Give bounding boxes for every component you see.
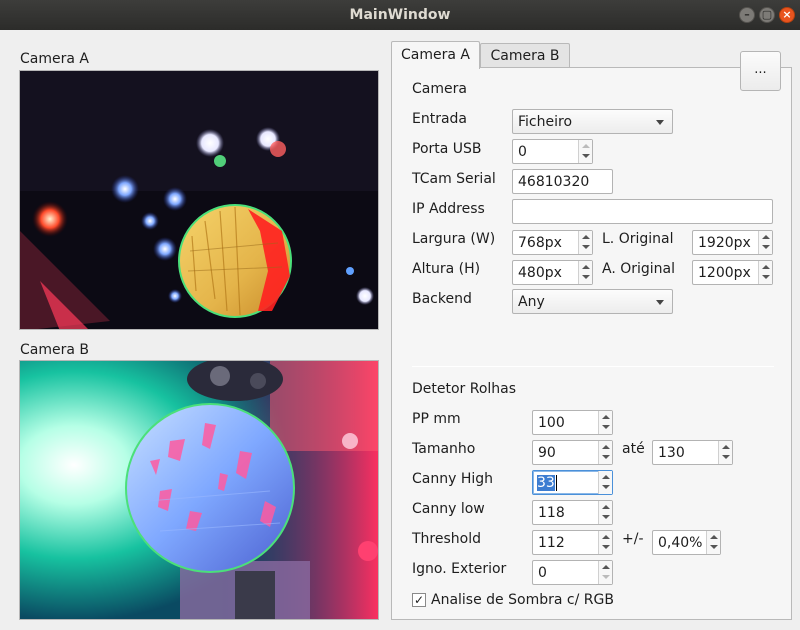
tab-camera-a[interactable]: Camera A bbox=[391, 41, 480, 69]
canny-high-value: 33 bbox=[537, 475, 555, 491]
tab-camera-b[interactable]: Camera B bbox=[480, 43, 570, 68]
entrada-value: Ficheiro bbox=[518, 114, 573, 130]
canny-low-spinbox[interactable]: 118 bbox=[532, 500, 613, 525]
text-cursor bbox=[555, 475, 557, 491]
camera-a-label: Camera A bbox=[20, 51, 89, 67]
camera-b-view bbox=[19, 360, 379, 620]
porta-usb-spinbox[interactable]: 0 bbox=[512, 139, 593, 164]
camera-b-label: Camera B bbox=[20, 342, 89, 358]
altura-spinbox[interactable]: 480px bbox=[512, 260, 593, 285]
spin-down-icon[interactable] bbox=[582, 275, 590, 279]
backend-combobox[interactable]: Any bbox=[512, 289, 673, 314]
a-original-value: 1200px bbox=[698, 265, 751, 281]
section-divider bbox=[412, 366, 774, 367]
largura-label: Largura (W) bbox=[412, 231, 496, 247]
entrada-label: Entrada bbox=[412, 111, 468, 127]
threshold-spinbox[interactable]: 112 bbox=[532, 530, 613, 555]
spin-up-icon[interactable] bbox=[602, 475, 610, 479]
ip-address-label: IP Address bbox=[412, 201, 485, 217]
altura-value: 480px bbox=[518, 265, 562, 281]
title-bar: MainWindow – ▢ × bbox=[0, 0, 800, 30]
shadow-analysis-checkbox[interactable]: ✓ bbox=[412, 593, 426, 607]
porta-usb-value: 0 bbox=[518, 144, 527, 160]
pp-mm-value: 100 bbox=[538, 415, 565, 431]
canny-low-value: 118 bbox=[538, 505, 565, 521]
spin-up-icon[interactable] bbox=[762, 265, 770, 269]
spin-up-icon[interactable] bbox=[582, 144, 590, 148]
chevron-down-icon bbox=[656, 120, 664, 125]
tcam-serial-input[interactable]: 46810320 bbox=[512, 169, 613, 194]
igno-exterior-value: 0 bbox=[538, 565, 547, 581]
tcam-serial-label: TCam Serial bbox=[412, 171, 496, 187]
tamanho-max-spinbox[interactable]: 130 bbox=[652, 440, 733, 465]
spin-up-icon[interactable] bbox=[762, 235, 770, 239]
ip-address-input[interactable] bbox=[512, 199, 773, 224]
spin-down-icon[interactable] bbox=[722, 455, 730, 459]
window-title: MainWindow bbox=[349, 7, 451, 23]
spin-up-icon[interactable] bbox=[602, 445, 610, 449]
spin-down-icon[interactable] bbox=[710, 545, 718, 549]
pp-mm-spinbox[interactable]: 100 bbox=[532, 410, 613, 435]
entrada-combobox[interactable]: Ficheiro bbox=[512, 109, 673, 134]
spin-up-icon[interactable] bbox=[602, 535, 610, 539]
igno-exterior-label: Igno. Exterior bbox=[412, 561, 507, 577]
spin-down-icon[interactable] bbox=[582, 245, 590, 249]
close-icon[interactable]: × bbox=[779, 7, 795, 23]
detetor-section-title: Detetor Rolhas bbox=[412, 381, 517, 397]
checkmark-icon: ✓ bbox=[413, 593, 425, 607]
spin-up-icon[interactable] bbox=[722, 445, 730, 449]
spin-up-icon[interactable] bbox=[602, 505, 610, 509]
igno-exterior-spinbox[interactable]: 0 bbox=[532, 560, 613, 585]
largura-spinbox[interactable]: 768px bbox=[512, 230, 593, 255]
shadow-analysis-label[interactable]: Analise de Sombra c/ RGB bbox=[431, 592, 614, 608]
canny-low-label: Canny low bbox=[412, 501, 485, 517]
backend-label: Backend bbox=[412, 291, 472, 307]
spin-up-icon[interactable] bbox=[602, 415, 610, 419]
tamanho-min-value: 90 bbox=[538, 445, 556, 461]
ate-label: até bbox=[622, 441, 645, 457]
spin-up-icon[interactable] bbox=[582, 265, 590, 269]
maximize-icon[interactable]: ▢ bbox=[759, 7, 775, 23]
l-original-value: 1920px bbox=[698, 235, 751, 251]
spin-up-icon[interactable] bbox=[602, 565, 610, 569]
spin-down-icon[interactable] bbox=[762, 275, 770, 279]
more-options-button[interactable]: ... bbox=[740, 51, 781, 91]
backend-value: Any bbox=[518, 294, 545, 310]
plus-minus-label: +/- bbox=[622, 531, 644, 547]
a-original-label: A. Original bbox=[602, 261, 676, 277]
tolerance-spinbox[interactable]: 0,40% bbox=[652, 530, 721, 555]
canny-high-spinbox[interactable]: 33 bbox=[532, 470, 613, 495]
a-original-spinbox[interactable]: 1200px bbox=[692, 260, 773, 285]
spin-up-icon[interactable] bbox=[582, 235, 590, 239]
spin-down-icon[interactable] bbox=[582, 154, 590, 158]
spin-down-icon[interactable] bbox=[602, 455, 610, 459]
tamanho-min-spinbox[interactable]: 90 bbox=[532, 440, 613, 465]
pp-mm-label: PP mm bbox=[412, 411, 461, 427]
l-original-spinbox[interactable]: 1920px bbox=[692, 230, 773, 255]
camera-b-image bbox=[20, 361, 378, 619]
largura-value: 768px bbox=[518, 235, 562, 251]
threshold-value: 112 bbox=[538, 535, 565, 551]
spin-down-icon[interactable] bbox=[602, 485, 610, 489]
tamanho-max-value: 130 bbox=[658, 445, 685, 461]
canny-high-label: Canny High bbox=[412, 471, 494, 487]
spin-down-icon[interactable] bbox=[762, 245, 770, 249]
tamanho-label: Tamanho bbox=[412, 441, 476, 457]
spin-down-icon[interactable] bbox=[602, 575, 610, 579]
chevron-down-icon bbox=[656, 300, 664, 305]
threshold-label: Threshold bbox=[412, 531, 481, 547]
l-original-label: L. Original bbox=[602, 231, 674, 247]
spin-down-icon[interactable] bbox=[602, 545, 610, 549]
spin-down-icon[interactable] bbox=[602, 515, 610, 519]
spin-up-icon[interactable] bbox=[710, 535, 718, 539]
camera-a-view bbox=[19, 70, 379, 330]
camera-section-title: Camera bbox=[412, 81, 467, 97]
porta-usb-label: Porta USB bbox=[412, 141, 482, 157]
camera-a-image bbox=[20, 71, 378, 329]
altura-label: Altura (H) bbox=[412, 261, 481, 277]
tolerance-value: 0,40% bbox=[658, 535, 703, 551]
minimize-icon[interactable]: – bbox=[739, 7, 755, 23]
spin-down-icon[interactable] bbox=[602, 425, 610, 429]
